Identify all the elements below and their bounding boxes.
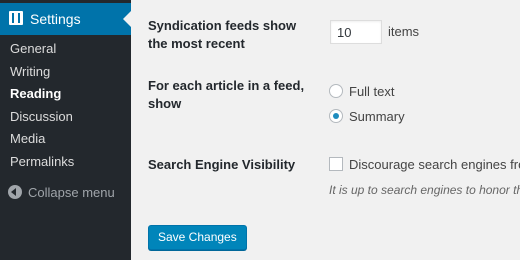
current-menu-arrow bbox=[123, 11, 131, 27]
sidebar-item-discussion[interactable]: Discussion bbox=[0, 106, 131, 129]
save-changes-button[interactable]: Save Changes bbox=[148, 225, 247, 250]
collapse-icon bbox=[8, 185, 22, 199]
feeds-unit-label: items bbox=[388, 24, 420, 39]
sidebar-item-general[interactable]: General bbox=[0, 38, 131, 61]
sidebar-item-permalinks[interactable]: Permalinks bbox=[0, 151, 131, 174]
feed-article-label: For each article in a feed, show bbox=[148, 78, 305, 111]
feeds-count-input[interactable] bbox=[330, 20, 382, 44]
summary-radio[interactable] bbox=[329, 109, 343, 123]
collapse-menu-label: Collapse menu bbox=[28, 185, 115, 200]
discourage-search-checkbox[interactable] bbox=[329, 157, 343, 171]
admin-screen: Settings General Writing Reading Discuss… bbox=[0, 0, 520, 260]
summary-radio-label[interactable]: Summary bbox=[349, 109, 405, 124]
full-text-radio[interactable] bbox=[329, 84, 343, 98]
discourage-search-checkbox-label[interactable]: Discourage search engines from indexing … bbox=[349, 157, 520, 172]
sidebar-header-label: Settings bbox=[30, 11, 81, 27]
sidebar-item-writing[interactable]: Writing bbox=[0, 61, 131, 84]
settings-submenu: General Writing Reading Discussion Media… bbox=[0, 38, 131, 173]
search-visibility-label: Search Engine Visibility bbox=[148, 157, 296, 172]
radio-selected-dot bbox=[333, 113, 339, 119]
collapse-menu-button[interactable]: Collapse menu bbox=[8, 184, 115, 202]
sidebar-item-settings[interactable]: Settings bbox=[0, 3, 131, 35]
sidebar-item-reading[interactable]: Reading bbox=[0, 83, 131, 106]
feeds-count-label: Syndication feeds show the most recent bbox=[148, 18, 297, 51]
visibility-description: It is up to search engines to honor this… bbox=[329, 183, 520, 197]
settings-icon bbox=[9, 11, 23, 25]
full-text-radio-label[interactable]: Full text bbox=[349, 84, 395, 99]
sidebar-item-media[interactable]: Media bbox=[0, 128, 131, 151]
admin-sidebar: Settings General Writing Reading Discuss… bbox=[0, 0, 131, 260]
